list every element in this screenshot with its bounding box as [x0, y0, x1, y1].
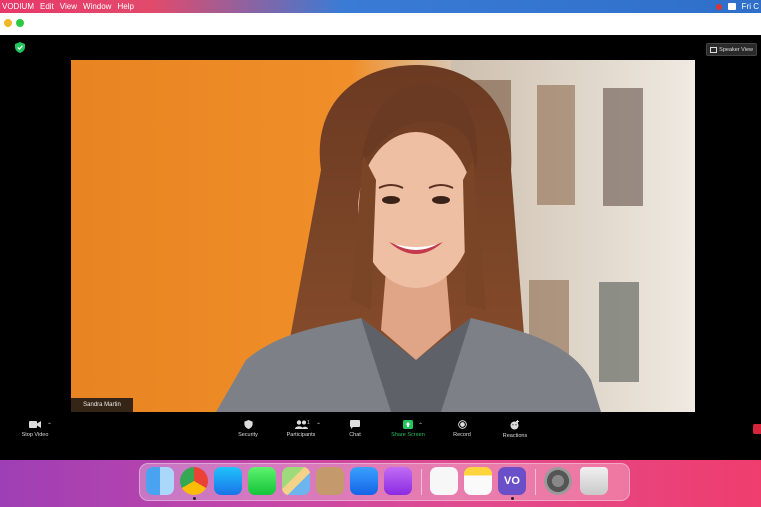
smiley-plus-icon — [510, 420, 519, 430]
maps-icon[interactable] — [282, 467, 310, 495]
record-label: Record — [453, 432, 471, 438]
reminders-icon[interactable] — [430, 467, 458, 495]
share-screen-label: Share Screen — [391, 432, 425, 438]
share-screen-button[interactable]: Share Screen — [383, 420, 433, 438]
security-shield-icon — [243, 420, 253, 429]
zoom-window-button[interactable] — [16, 19, 24, 27]
trash-icon[interactable] — [580, 467, 608, 495]
speaker-view-button[interactable]: Speaker View — [706, 43, 757, 56]
video-tile: Sandra Martin — [71, 60, 695, 412]
chat-button[interactable]: Chat — [330, 420, 380, 438]
menu-clock[interactable]: Fri C — [742, 2, 759, 11]
participants-label: Participants — [286, 432, 316, 438]
system-preferences-icon[interactable] — [544, 467, 572, 495]
share-options-chevron-icon[interactable]: ⌃ — [418, 422, 423, 429]
record-icon — [457, 420, 467, 429]
video-camera-icon — [29, 421, 41, 428]
meeting-window: Speaker View Sandra Martin Stop Video ⌃ … — [0, 35, 761, 460]
contacts-icon[interactable] — [316, 467, 344, 495]
chrome-running-indicator — [193, 497, 196, 500]
messages-icon[interactable] — [248, 467, 276, 495]
participant-name-tag: Sandra Martin — [71, 398, 133, 412]
status-red-icon[interactable] — [715, 3, 722, 10]
dock-separator — [421, 469, 422, 495]
participants-icon — [294, 420, 308, 429]
vodium-icon[interactable]: VO — [498, 467, 526, 495]
menu-window[interactable]: Window — [83, 0, 111, 13]
chrome-icon[interactable] — [180, 467, 208, 495]
finder-icon[interactable] — [146, 467, 174, 495]
vodium-icon-label: VO — [504, 475, 520, 487]
stop-video-label: Stop Video — [21, 432, 49, 438]
menu-bar: VODIUM Edit View Window Help Fri C — [0, 0, 761, 13]
shield-check-icon[interactable] — [15, 42, 25, 53]
security-label: Security — [238, 432, 258, 438]
participant-video-image — [216, 60, 695, 412]
menu-app-name[interactable]: VODIUM — [2, 0, 34, 13]
menu-view[interactable]: View — [60, 0, 77, 13]
meeting-toolbar: Stop Video ⌃ Security Participants 1 ⌃ C… — [0, 418, 761, 460]
chat-bubble-icon — [350, 420, 360, 429]
video-options-chevron-icon[interactable]: ⌃ — [47, 422, 52, 429]
reactions-label: Reactions — [502, 433, 528, 439]
record-button[interactable]: Record — [437, 420, 487, 438]
share-screen-icon — [403, 420, 413, 429]
stop-video-button[interactable]: Stop Video — [10, 420, 60, 438]
notes-icon[interactable] — [464, 467, 492, 495]
minimize-button[interactable] — [4, 19, 12, 27]
mail-icon[interactable] — [350, 467, 378, 495]
speaker-view-label: Speaker View — [719, 46, 753, 53]
dock: VO — [139, 463, 630, 501]
menu-extras: Fri C — [715, 0, 761, 13]
menu-help[interactable]: Help — [117, 0, 133, 13]
grid-icon — [710, 46, 718, 53]
reactions-button[interactable]: Reactions — [490, 420, 540, 439]
podcasts-icon[interactable] — [384, 467, 412, 495]
chat-label: Chat — [349, 432, 361, 438]
app-store-icon[interactable] — [214, 467, 242, 495]
end-meeting-button[interactable] — [753, 424, 761, 434]
control-center-icon[interactable] — [727, 3, 736, 10]
participant-count: 1 — [307, 420, 310, 426]
dock-separator-2 — [535, 469, 536, 495]
menu-edit[interactable]: Edit — [40, 0, 54, 13]
vodium-running-indicator — [511, 497, 514, 500]
window-titlebar — [0, 13, 761, 35]
participants-options-chevron-icon[interactable]: ⌃ — [316, 422, 321, 429]
security-button[interactable]: Security — [223, 420, 273, 438]
